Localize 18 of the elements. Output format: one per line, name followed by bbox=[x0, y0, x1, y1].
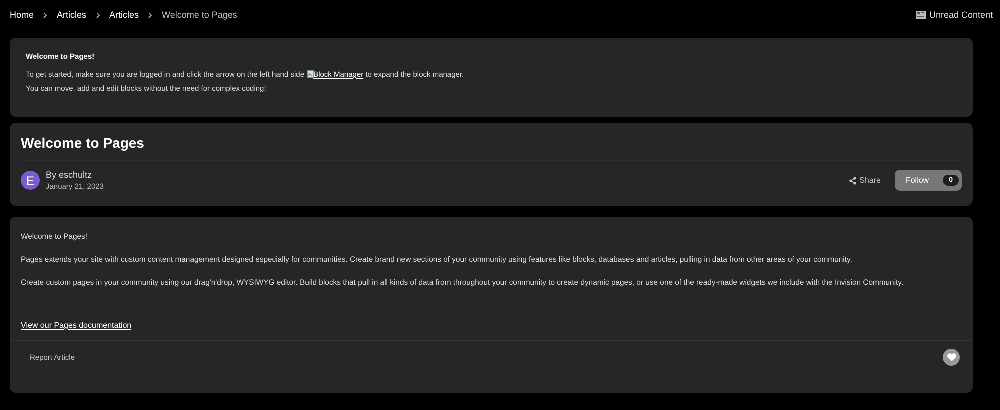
broken-image-icon bbox=[306, 70, 314, 78]
newspaper-icon bbox=[916, 11, 926, 19]
author-name[interactable]: By eschultz bbox=[46, 170, 104, 180]
share-button[interactable]: Share bbox=[848, 176, 881, 185]
chevron-icon bbox=[43, 12, 48, 18]
share-icon bbox=[848, 176, 857, 184]
breadcrumb-link[interactable]: Articles bbox=[57, 10, 87, 20]
avatar[interactable]: E bbox=[21, 171, 40, 190]
breadcrumb-link[interactable]: Articles bbox=[110, 10, 140, 20]
breadcrumb-link[interactable]: Welcome to Pages bbox=[162, 10, 238, 20]
article-title: Welcome to Pages bbox=[21, 123, 962, 161]
chevron-icon bbox=[96, 12, 101, 18]
chevron-icon bbox=[148, 12, 154, 18]
documentation-link[interactable]: View our Pages documentation bbox=[21, 321, 132, 330]
breadcrumb-link[interactable]: Home bbox=[10, 10, 34, 20]
like-button[interactable] bbox=[943, 349, 960, 366]
unread-content-link[interactable]: Unread Content bbox=[916, 10, 993, 20]
heart-icon bbox=[946, 353, 956, 362]
